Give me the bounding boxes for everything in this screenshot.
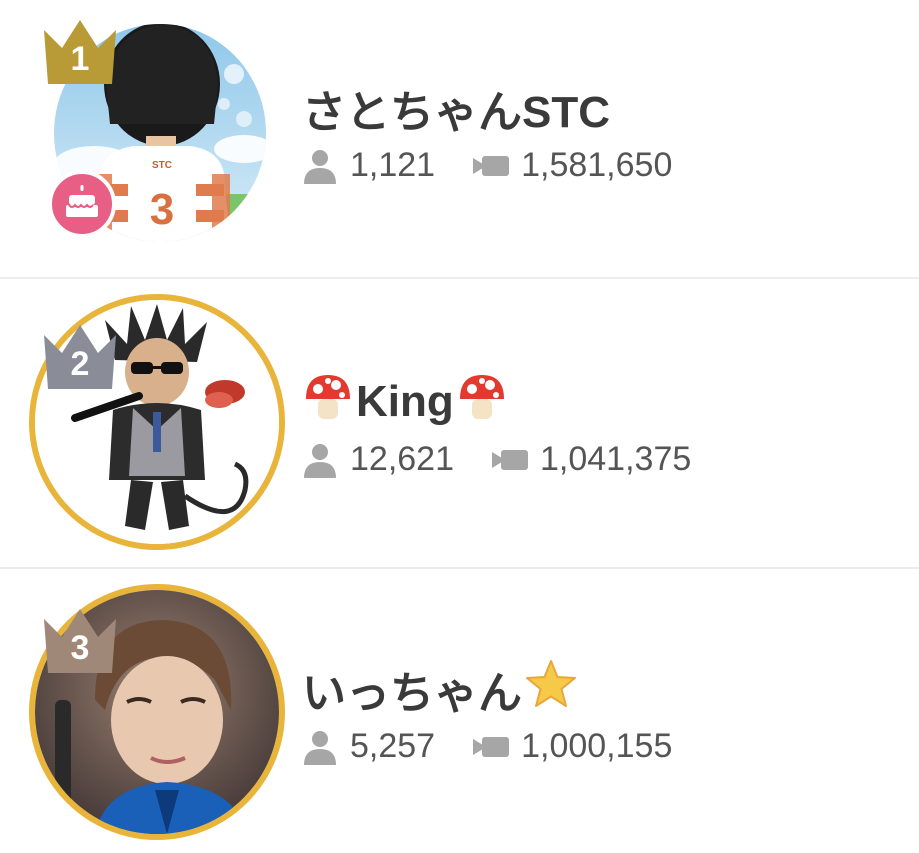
jersey-text: STC	[152, 160, 172, 171]
jersey-number: 3	[150, 185, 174, 234]
followers-stat: 1,121	[302, 146, 435, 185]
user-name-text: いっちゃん	[302, 669, 522, 718]
video-camera-icon	[492, 448, 528, 472]
avatar-container: STC 3 1	[44, 14, 266, 242]
star-icon	[524, 658, 578, 721]
rank-number: 1	[70, 40, 90, 78]
user-name: King	[302, 374, 691, 430]
ranking-row-1[interactable]: STC 3 1 さとちゃんSTC 1,121 1,581,650	[0, 0, 919, 277]
mushroom-icon	[456, 371, 508, 434]
crown-silver-icon: 2	[40, 319, 120, 391]
views-stat: 1,041,375	[492, 440, 691, 479]
user-info: King 12,621 1,041,375	[302, 374, 691, 479]
user-stats: 12,621 1,041,375	[302, 440, 691, 479]
video-camera-icon	[473, 735, 510, 759]
views-count: 1,041,375	[540, 440, 692, 478]
user-info: さとちゃんSTC 1,121 1,581,650	[302, 80, 672, 185]
ranking-row-3[interactable]: 3 いっちゃん 5,257 1,000,155	[0, 569, 919, 853]
followers-count: 12,621	[350, 440, 454, 478]
followers-count: 5,257	[350, 727, 436, 765]
ranking-list: STC 3 1 さとちゃんSTC 1,121 1,581,650 2 King …	[0, 0, 919, 853]
followers-stat: 5,257	[302, 727, 435, 766]
crown-bronze-icon: 3	[40, 603, 120, 675]
user-name-text: さとちゃんSTC	[302, 88, 610, 137]
person-icon	[302, 148, 338, 184]
user-info: いっちゃん 5,257 1,000,155	[302, 659, 672, 766]
user-stats: 1,121 1,581,650	[302, 146, 672, 185]
followers-stat: 12,621	[302, 440, 454, 479]
views-count: 1,581,650	[521, 146, 673, 184]
user-name: さとちゃんSTC	[302, 80, 672, 137]
mushroom-icon	[302, 371, 354, 434]
user-stats: 5,257 1,000,155	[302, 727, 672, 766]
video-camera-icon	[473, 154, 510, 178]
person-icon	[302, 442, 338, 478]
ranking-row-2[interactable]: 2 King 12,621 1,041,375	[0, 279, 919, 567]
followers-count: 1,121	[350, 146, 436, 184]
cake-icon	[63, 183, 101, 226]
rank-number: 3	[70, 629, 90, 667]
avatar-container: 3	[29, 584, 285, 840]
birthday-badge	[48, 170, 116, 238]
avatar-container: 2	[29, 294, 285, 550]
user-name: いっちゃん	[302, 659, 672, 718]
person-icon	[302, 729, 338, 765]
views-stat: 1,000,155	[473, 727, 672, 766]
rank-number: 2	[70, 345, 90, 383]
crown-gold-icon: 1	[40, 14, 120, 86]
views-count: 1,000,155	[521, 727, 673, 765]
views-stat: 1,581,650	[473, 146, 672, 185]
user-name-text: King	[356, 377, 454, 426]
